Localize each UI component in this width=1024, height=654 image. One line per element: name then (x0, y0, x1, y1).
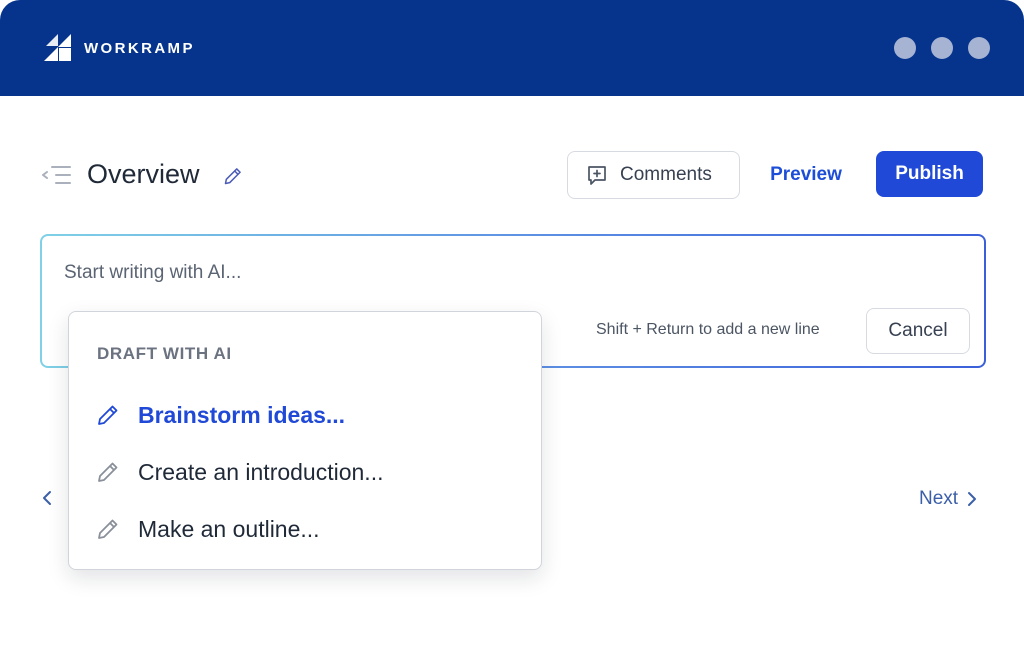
comments-button[interactable]: Comments (567, 151, 740, 199)
menu-item-make-outline[interactable]: Make an outline... (96, 512, 320, 546)
page-header: Overview Comments Preview Publish (40, 150, 984, 200)
app-window: WORKRAMP Overview Comments Preview Publi… (0, 0, 1024, 654)
page-title: Overview (87, 159, 200, 189)
brand-name: WORKRAMP (84, 39, 195, 57)
pencil-icon (98, 462, 118, 482)
window-dot-icon[interactable] (931, 37, 953, 59)
brand-logo[interactable]: WORKRAMP (44, 34, 195, 62)
pencil-icon (98, 519, 118, 539)
window-controls (894, 37, 990, 59)
menu-item-brainstorm-ideas[interactable]: Brainstorm ideas... (96, 398, 345, 432)
pencil-icon (98, 405, 118, 425)
preview-button[interactable]: Preview (756, 151, 856, 199)
top-bar: WORKRAMP (0, 0, 1024, 96)
window-dot-icon[interactable] (894, 37, 916, 59)
comment-add-icon (588, 166, 606, 185)
comments-label: Comments (620, 164, 712, 185)
edit-pencil-icon[interactable] (223, 166, 243, 186)
menu-heading: DRAFT WITH AI (97, 344, 232, 363)
next-button[interactable]: Next (919, 486, 978, 512)
collapse-outline-icon[interactable] (42, 164, 72, 186)
menu-item-create-introduction[interactable]: Create an introduction... (96, 455, 383, 489)
next-label: Next (919, 488, 959, 509)
menu-item-label: Brainstorm ideas... (138, 401, 346, 428)
chevron-right-icon (968, 492, 977, 506)
newline-hint: Shift + Return to add a new line (596, 321, 820, 338)
window-dot-icon[interactable] (968, 37, 990, 59)
ai-prompt-input[interactable] (64, 258, 944, 288)
chevron-left-icon[interactable] (40, 486, 56, 510)
publish-button[interactable]: Publish (876, 151, 983, 197)
menu-item-label: Create an introduction... (138, 458, 384, 485)
workramp-logo-icon (44, 34, 71, 61)
menu-item-label: Make an outline... (138, 515, 320, 542)
cancel-button[interactable]: Cancel (866, 308, 970, 354)
